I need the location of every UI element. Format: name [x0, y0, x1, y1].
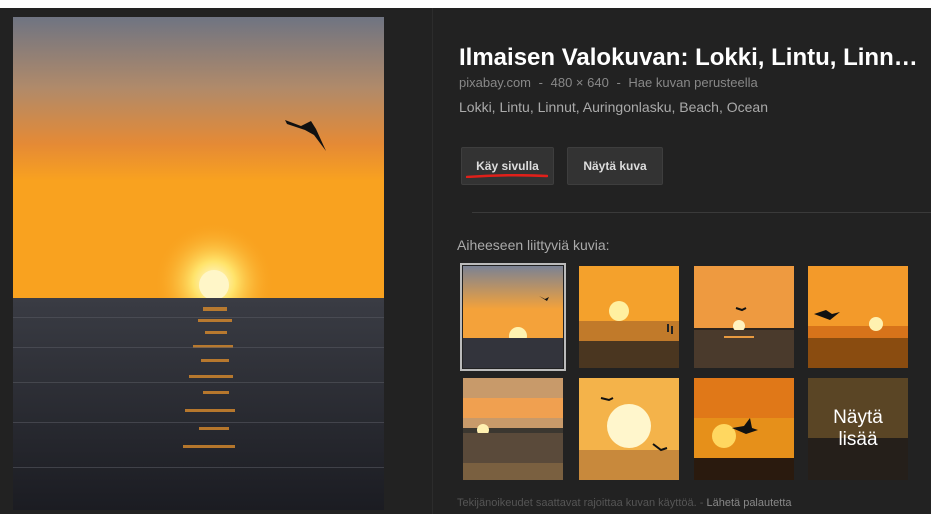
show-more-tile[interactable]: Näytä lisää: [808, 378, 908, 480]
panel-divider: [432, 8, 433, 514]
meta-separator: -: [616, 75, 621, 90]
top-strip: [0, 0, 931, 8]
related-thumbnail[interactable]: [808, 266, 908, 368]
related-thumbnail[interactable]: [694, 266, 794, 368]
copyright-notice: Tekijänoikeudet saattavat rajoittaa kuva…: [457, 497, 697, 509]
related-thumbnail[interactable]: [579, 266, 679, 368]
main-image[interactable]: [13, 17, 384, 510]
result-info: Ilmaisen Valokuvan: Lokki, Lintu, Linnut…: [459, 44, 931, 115]
meta-separator: -: [538, 75, 543, 90]
section-divider: [472, 212, 931, 213]
related-heading: Aiheeseen liittyviä kuvia:: [457, 237, 610, 253]
visit-page-button[interactable]: Käy sivulla: [461, 147, 554, 185]
result-meta: pixabay.com - 480 × 640 - Hae kuvan peru…: [459, 75, 931, 90]
red-underline-annotation: [466, 174, 548, 178]
related-thumbnail[interactable]: [579, 378, 679, 480]
visit-page-label: Käy sivulla: [476, 159, 539, 173]
result-tags: Lokki, Lintu, Linnut, Auringonlasku, Bea…: [459, 99, 768, 115]
show-more-line-1: Näytä: [833, 407, 883, 428]
send-feedback-link[interactable]: Lähetä palautetta: [707, 497, 792, 509]
footer: Tekijänoikeudet saattavat rajoittaa kuva…: [457, 497, 792, 509]
source-domain[interactable]: pixabay.com: [459, 75, 531, 90]
search-by-image-link[interactable]: Hae kuvan perusteella: [628, 75, 757, 90]
show-more-line-2: lisää: [838, 429, 878, 450]
show-more-label: Näytä lisää: [808, 378, 908, 480]
view-image-button[interactable]: Näytä kuva: [567, 147, 663, 185]
related-thumbnail[interactable]: [460, 263, 566, 371]
related-thumbnail[interactable]: [463, 378, 563, 480]
image-dimensions: 480 × 640: [550, 75, 609, 90]
related-thumbnail[interactable]: [694, 378, 794, 480]
footer-separator: -: [699, 497, 704, 509]
result-title[interactable]: Ilmaisen Valokuvan: Lokki, Lintu, Linnut…: [459, 44, 929, 72]
view-image-label: Näytä kuva: [583, 159, 647, 173]
